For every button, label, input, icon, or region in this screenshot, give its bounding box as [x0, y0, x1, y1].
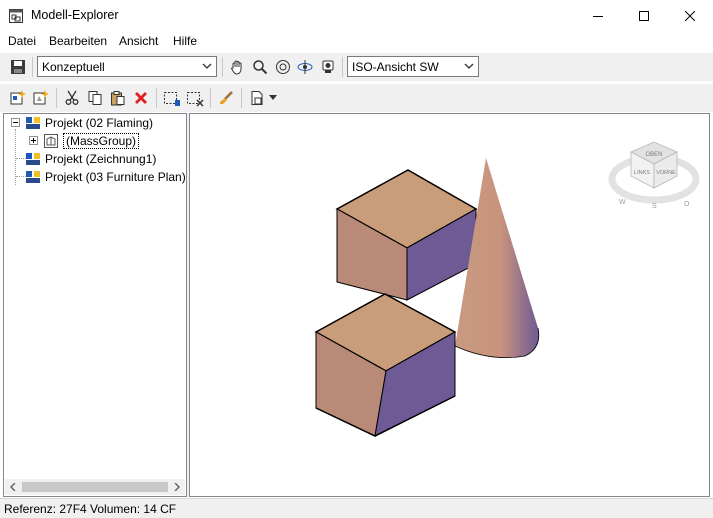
compass-label: W: [619, 199, 626, 206]
tree-item-label: Projekt (03 Furniture Plan): [45, 170, 186, 184]
visual-style-select[interactable]: Konzeptuell: [37, 56, 217, 77]
toolbar-separator: [241, 88, 242, 108]
toolbar-separator: [156, 88, 157, 108]
edit-toolbar: [0, 84, 713, 112]
free-orbit-icon[interactable]: [295, 57, 315, 77]
tree-item-project-zeichnung1[interactable]: Projekt (Zeichnung1): [25, 150, 156, 168]
model-scene: OBEN LINKS VORNE W S O: [314, 141, 700, 437]
view-value: ISO-Ansicht SW: [352, 60, 439, 74]
tree-item-project-03-furniture-plan[interactable]: Projekt (03 Furniture Plan): [25, 168, 186, 186]
minimize-icon: [593, 15, 603, 17]
cut-icon[interactable]: [62, 88, 82, 108]
scroll-left-icon[interactable]: [9, 483, 17, 491]
tree-item-project-02-flaming[interactable]: Projekt (02 Flaming): [25, 114, 153, 132]
chevron-down-icon: [464, 63, 474, 69]
project-icon: [26, 171, 40, 183]
window-title: Modell-Explorer: [31, 8, 119, 22]
compass-label: O: [684, 201, 690, 208]
toolbar-separator: [210, 88, 211, 108]
view-toolbar: Konzeptuell ISO-Ansicht SW: [0, 53, 713, 81]
delete-icon[interactable]: [131, 88, 151, 108]
status-bar: Referenz: 27F4 Volumen: 14 CF: [0, 498, 713, 518]
menu-bearbeiten[interactable]: Bearbeiten: [49, 34, 107, 48]
toolbar-separator: [56, 88, 57, 108]
3d-viewport[interactable]: OBEN LINKS VORNE W S O: [189, 113, 710, 497]
orbit-icon[interactable]: [273, 57, 293, 77]
new-model-icon[interactable]: [31, 88, 51, 108]
viewcube-face-top[interactable]: OBEN: [645, 152, 662, 158]
new-project-icon[interactable]: [8, 88, 28, 108]
viewcube-face-left[interactable]: LINKS: [634, 170, 650, 176]
zoom-icon[interactable]: [250, 57, 270, 77]
project-icon: [26, 117, 40, 129]
copy-icon[interactable]: [85, 88, 105, 108]
maximize-icon: [639, 10, 649, 21]
menu-datei[interactable]: Datei: [8, 34, 36, 48]
front-box: [314, 293, 457, 437]
minimize-button[interactable]: [575, 0, 621, 31]
camera-icon[interactable]: [318, 57, 338, 77]
maximize-button[interactable]: [621, 0, 667, 31]
project-icon: [26, 153, 40, 165]
tree-item-massgroup[interactable]: (MassGroup): [43, 132, 140, 150]
document-icon[interactable]: [247, 88, 267, 108]
tree-item-label: Projekt (Zeichnung1): [45, 152, 157, 166]
collapse-toggle[interactable]: [11, 118, 20, 127]
expand-toggle[interactable]: [29, 136, 38, 145]
close-button[interactable]: [667, 0, 713, 31]
dropdown-arrow-icon[interactable]: [266, 88, 280, 108]
toolbar-separator: [342, 57, 343, 77]
model-tree: Projekt (02 Flaming) (MassGroup) Projekt…: [3, 113, 187, 497]
massgroup-icon: [44, 134, 58, 148]
title-bar: Modell-Explorer: [0, 0, 713, 31]
select-objects-icon[interactable]: [162, 88, 182, 108]
menu-bar: Datei Bearbeiten Ansicht Hilfe: [0, 31, 713, 51]
scroll-right-icon[interactable]: [173, 483, 181, 491]
scrollbar-thumb[interactable]: [22, 482, 168, 492]
toolbar-separator: [32, 57, 33, 77]
paste-icon[interactable]: [108, 88, 128, 108]
menu-hilfe[interactable]: Hilfe: [173, 34, 197, 48]
toolbar-separator: [222, 57, 223, 77]
status-text: Referenz: 27F4 Volumen: 14 CF: [4, 502, 177, 516]
tree-item-label: Projekt (02 Flaming): [45, 116, 154, 130]
menu-ansicht[interactable]: Ansicht: [119, 34, 158, 48]
viewcube[interactable]: OBEN LINKS VORNE W S O: [608, 141, 700, 210]
model-explorer-icon: [8, 8, 24, 24]
deselect-icon[interactable]: [185, 88, 205, 108]
style-brush-icon[interactable]: [216, 88, 236, 108]
viewcube-face-front[interactable]: VORNE: [656, 170, 676, 176]
pan-hand-icon[interactable]: [227, 57, 247, 77]
compass-label: S: [652, 203, 657, 210]
save-icon[interactable]: [8, 57, 28, 77]
visual-style-value: Konzeptuell: [42, 60, 105, 74]
horizontal-scrollbar[interactable]: [5, 479, 185, 495]
tree-item-label: (MassGroup): [63, 133, 140, 149]
view-select[interactable]: ISO-Ansicht SW: [347, 56, 479, 77]
chevron-down-icon: [202, 63, 212, 69]
back-box: [335, 169, 478, 301]
close-icon: [685, 10, 695, 21]
